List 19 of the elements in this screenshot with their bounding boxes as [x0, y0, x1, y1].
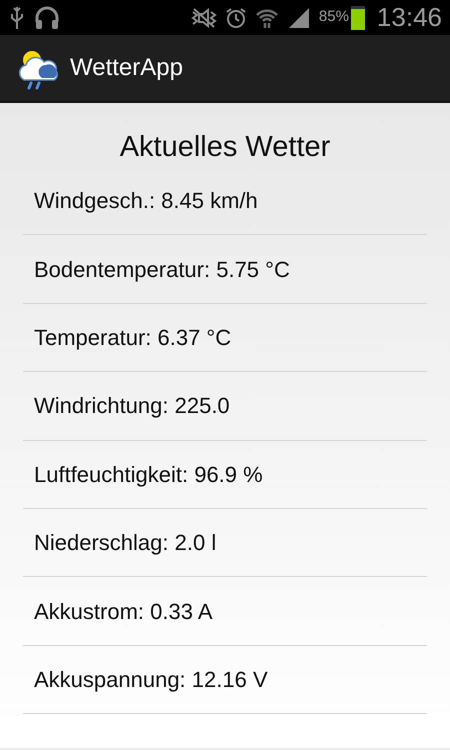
battery-icon: [350, 6, 365, 30]
reading-text: Temperatur: 6.37 °C: [34, 324, 232, 352]
reading-text: Windgesch.: 8.45 km/h: [34, 187, 258, 216]
app-title: WetterApp: [70, 53, 183, 83]
reading-text: Luftfeuchtigkeit: 96.9 %: [34, 460, 263, 489]
battery-percent: 85%: [318, 7, 349, 28]
clock: 13:46: [376, 1, 442, 34]
wifi-icon: [254, 6, 279, 28]
reading-text: Akkuspannung: 12.16 V: [34, 666, 268, 694]
reading-text: Akkustrom: 0.33 A: [34, 598, 213, 626]
reading-text: Niederschlag: 2.0 l: [34, 529, 216, 558]
usb-icon: [8, 4, 26, 30]
signal-icon: [286, 6, 311, 28]
section-heading: Aktuelles Wetter: [118, 130, 332, 165]
mute-icon: [190, 8, 217, 28]
reading-text: Bodentemperatur: 5.75 °C: [34, 256, 290, 284]
headphones-icon: [34, 6, 60, 30]
alarm-icon: [224, 6, 247, 28]
reading-text: Windrichtung: 225.0: [34, 392, 230, 420]
